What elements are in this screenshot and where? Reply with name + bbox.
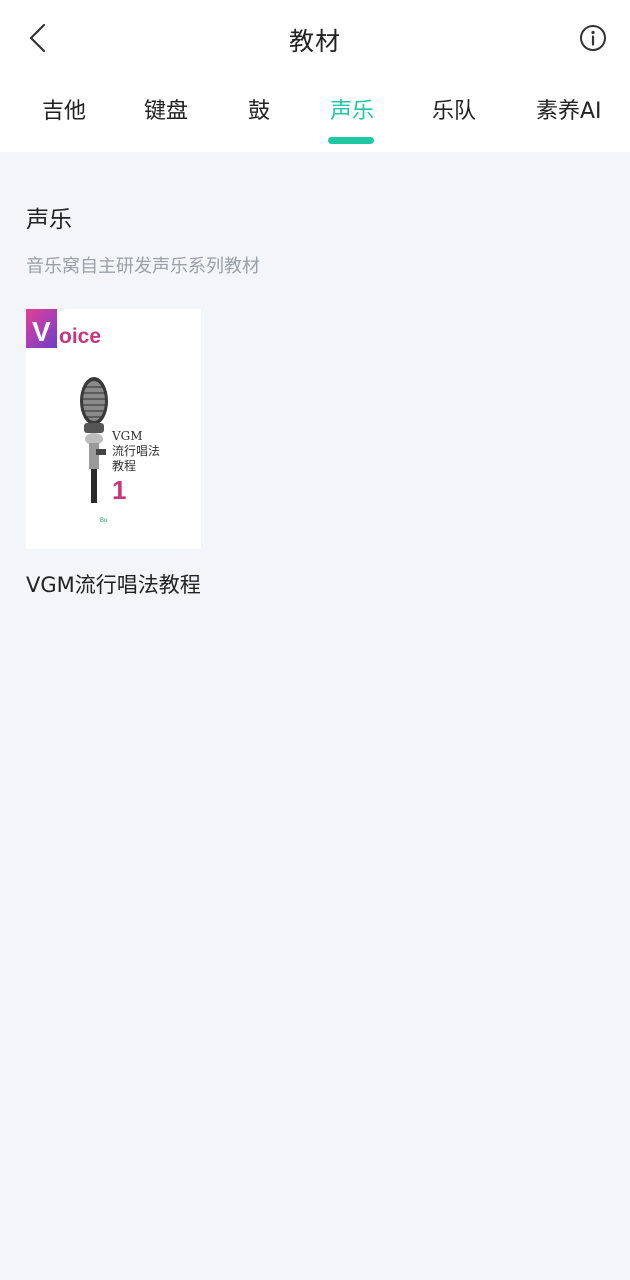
active-tab-indicator bbox=[328, 137, 374, 144]
tab-band[interactable]: 乐队 bbox=[432, 90, 476, 136]
book-card[interactable]: V oice VGM 流行唱法 教程 1 Bu VGM流行唱法教程 bbox=[26, 309, 201, 601]
section-subtitle: 音乐窝自主研发声乐系列教材 bbox=[26, 256, 260, 277]
cover-publisher-logo: Bu bbox=[100, 518, 108, 524]
tab-keyboard[interactable]: 键盘 bbox=[144, 90, 188, 136]
section-title: 声乐 bbox=[26, 207, 72, 233]
nav-bar: 教材 bbox=[0, 0, 630, 80]
category-tabs: 吉他 键盘 鼓 声乐 乐队 素养AI bbox=[0, 90, 630, 150]
book-cover: V oice VGM 流行唱法 教程 1 Bu bbox=[26, 309, 201, 549]
info-button[interactable] bbox=[576, 20, 610, 56]
header: 教材 吉他 键盘 鼓 声乐 乐队 素养AI bbox=[0, 0, 630, 152]
cover-line-vgm: VGM bbox=[112, 429, 143, 443]
tab-literacy-ai[interactable]: 素养AI bbox=[536, 90, 602, 136]
info-icon bbox=[580, 25, 606, 51]
cover-line-course: 教程 bbox=[112, 459, 137, 473]
tab-drums[interactable]: 鼓 bbox=[248, 90, 270, 136]
cover-title-text: VGM 流行唱法 教程 bbox=[112, 429, 192, 474]
page-title: 教材 bbox=[288, 27, 341, 56]
cover-logo-text: oice bbox=[59, 325, 102, 348]
tab-vocal[interactable]: 声乐 bbox=[330, 90, 374, 136]
cover-volume-number: 1 bbox=[112, 475, 127, 505]
microphone-icon bbox=[80, 377, 108, 503]
book-title: VGM流行唱法教程 bbox=[26, 573, 201, 597]
cover-logo-letter: V bbox=[32, 316, 51, 347]
tab-guitar[interactable]: 吉他 bbox=[42, 90, 86, 136]
cover-line-style: 流行唱法 bbox=[112, 444, 161, 458]
